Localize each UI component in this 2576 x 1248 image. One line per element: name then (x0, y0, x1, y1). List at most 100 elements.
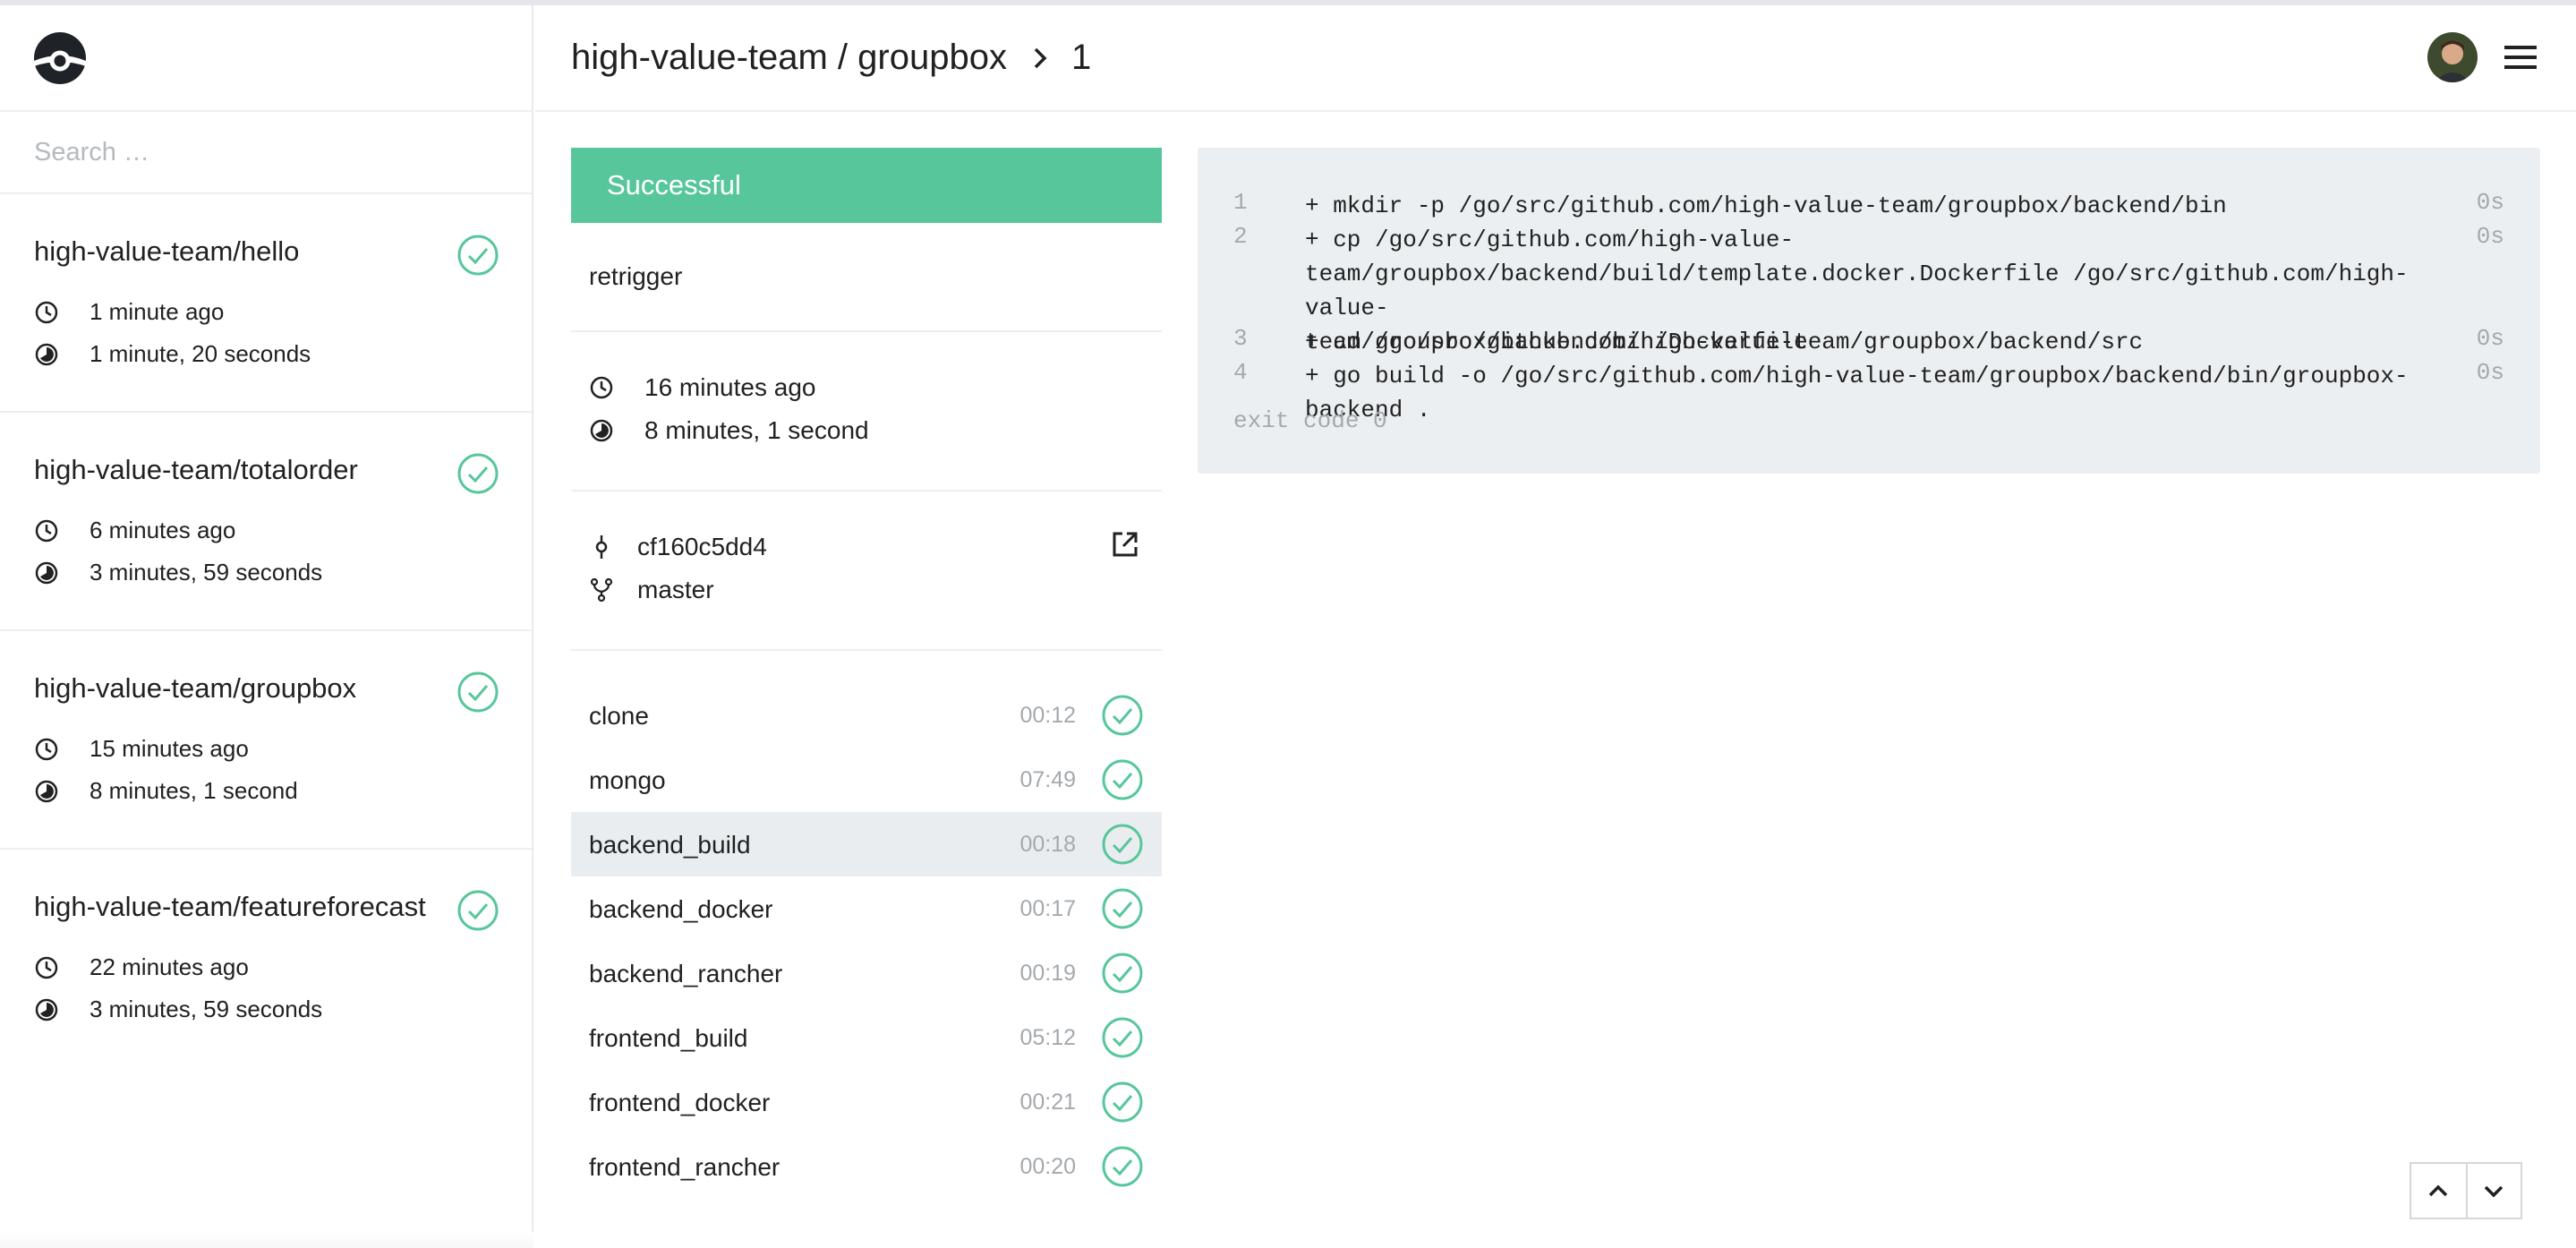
clock-icon (35, 738, 58, 760)
build-started-text: 16 minutes ago (644, 373, 816, 401)
repo-started: 15 minutes ago (34, 735, 249, 763)
repo-started: 1 minute ago (34, 298, 224, 326)
hamburger-menu-icon[interactable] (2501, 38, 2540, 77)
avatar-image (2427, 32, 2478, 82)
log-line-duration: 0s (2476, 359, 2504, 386)
commit-info: cf160c5dd4 master (571, 492, 1162, 651)
success-check-icon (1102, 695, 1143, 736)
started-text: 1 minute ago (90, 298, 225, 325)
log-scroll-controls (2410, 1162, 2522, 1219)
step-name: frontend_rancher (589, 1153, 780, 1181)
retrigger-button[interactable]: retrigger (571, 223, 1162, 332)
repo-duration: 3 minutes, 59 seconds (34, 559, 322, 586)
step-item[interactable]: frontend_rancher 00:20 (571, 1134, 1162, 1199)
success-check-icon (1102, 888, 1143, 929)
repo-duration: 1 minute, 20 seconds (34, 340, 311, 368)
clock-icon (35, 301, 58, 323)
step-item[interactable]: frontend_docker 00:21 (571, 1070, 1162, 1134)
repo-item[interactable]: high-value-team/hello 1 minute ago 1 min… (0, 194, 532, 413)
repo-name: high-value-team/groupbox (34, 672, 357, 704)
step-item[interactable]: clone 00:12 (571, 683, 1162, 748)
step-name: frontend_docker (589, 1089, 771, 1116)
step-name: frontend_build (589, 1024, 748, 1052)
repo-duration: 8 minutes, 1 second (34, 777, 298, 805)
build-status-banner: Successful (571, 148, 1162, 223)
log-line-duration: 0s (2476, 189, 2504, 216)
step-item-active[interactable]: backend_build 00:18 (571, 812, 1162, 876)
started-text: 6 minutes ago (90, 517, 236, 543)
success-check-icon (457, 235, 499, 276)
step-time: 05:12 (1019, 1025, 1076, 1050)
log-line-number: 2 (1233, 223, 1248, 250)
step-time: 00:12 (1019, 703, 1076, 728)
timer-icon (590, 419, 613, 442)
step-item[interactable]: mongo 07:49 (571, 748, 1162, 812)
breadcrumb-build-number: 1 (1070, 38, 1092, 77)
success-check-icon (457, 890, 499, 931)
user-avatar[interactable] (2427, 32, 2478, 82)
success-check-icon (1102, 1081, 1143, 1123)
success-check-icon (1102, 953, 1143, 994)
build-started: 16 minutes ago (589, 373, 815, 402)
log-output[interactable]: 1 + mkdir -p /go/src/github.com/high-val… (1198, 148, 2540, 474)
step-time: 00:19 (1019, 961, 1076, 986)
breadcrumb-repo[interactable]: high-value-team / groupbox (571, 38, 1007, 78)
exit-code: exit code 0 (1233, 407, 1387, 434)
step-list: clone 00:12 mongo 07:49 backend_build 00… (571, 651, 1162, 1199)
repo-item[interactable]: high-value-team/totalorder 6 minutes ago… (0, 413, 532, 631)
chevron-up-icon (2429, 1184, 2448, 1197)
drone-logo-icon[interactable] (32, 30, 88, 86)
scroll-up-button[interactable] (2411, 1164, 2466, 1218)
duration-text: 3 minutes, 59 seconds (90, 559, 323, 586)
sidebar: high-value-team/hello 1 minute ago 1 min… (0, 5, 533, 1248)
logo-bar (0, 5, 532, 112)
clock-icon (590, 376, 613, 399)
success-check-icon (1102, 824, 1143, 865)
commit-sha-text[interactable]: cf160c5dd4 (637, 533, 767, 561)
scroll-down-button[interactable] (2465, 1164, 2521, 1218)
build-duration-text: 8 minutes, 1 second (644, 416, 869, 444)
chevron-down-icon (2485, 1185, 2503, 1198)
step-item[interactable]: frontend_build 05:12 (571, 1005, 1162, 1070)
repo-item[interactable]: high-value-team/groupbox 15 minutes ago … (0, 631, 532, 850)
step-name: backend_build (589, 831, 751, 859)
breadcrumb: high-value-team / groupbox 1 (571, 38, 1091, 78)
commit-sha: cf160c5dd4 (589, 533, 767, 561)
step-time: 00:18 (1019, 832, 1076, 857)
branch-text: master (637, 576, 714, 603)
sidebar-bottom-fade (0, 1232, 533, 1248)
success-check-icon (457, 453, 499, 494)
duration-text: 8 minutes, 1 second (90, 777, 298, 804)
log-line-text: + go build -o /go/src/github.com/high-va… (1305, 363, 2409, 423)
started-text: 15 minutes ago (90, 735, 249, 762)
commit-branch: master (589, 576, 714, 604)
log-line-number: 3 (1233, 325, 1248, 352)
commit-icon (595, 535, 608, 559)
clock-icon (35, 519, 58, 542)
repo-started: 22 minutes ago (34, 953, 249, 981)
timer-icon (35, 998, 58, 1021)
log-line-number: 1 (1233, 189, 1248, 216)
build-times: 16 minutes ago 8 minutes, 1 second (571, 332, 1162, 492)
search-bar (0, 112, 532, 194)
repo-item[interactable]: high-value-team/featureforecast 22 minut… (0, 850, 532, 1068)
step-item[interactable]: backend_docker 00:17 (571, 876, 1162, 941)
repo-name: high-value-team/hello (34, 235, 300, 267)
repo-name: high-value-team/totalorder (34, 454, 358, 485)
external-link-icon[interactable] (1110, 529, 1140, 560)
build-details: Successful retrigger 16 minutes ago 8 mi… (571, 148, 1162, 1199)
step-time: 00:21 (1019, 1090, 1076, 1115)
step-time: 07:49 (1019, 767, 1076, 792)
search-input[interactable] (34, 137, 482, 167)
step-time: 00:17 (1019, 896, 1076, 921)
header: high-value-team / groupbox 1 (535, 5, 2576, 112)
clock-icon (35, 956, 58, 979)
branch-icon (590, 577, 613, 603)
chevron-right-icon (1034, 47, 1047, 68)
log-line-number: 4 (1233, 359, 1248, 386)
timer-icon (35, 780, 58, 802)
log-line-text: + mkdir -p /go/src/github.com/high-value… (1305, 192, 2227, 219)
build-duration: 8 minutes, 1 second (589, 416, 869, 445)
step-item[interactable]: backend_rancher 00:19 (571, 941, 1162, 1005)
step-name: mongo (589, 766, 666, 794)
